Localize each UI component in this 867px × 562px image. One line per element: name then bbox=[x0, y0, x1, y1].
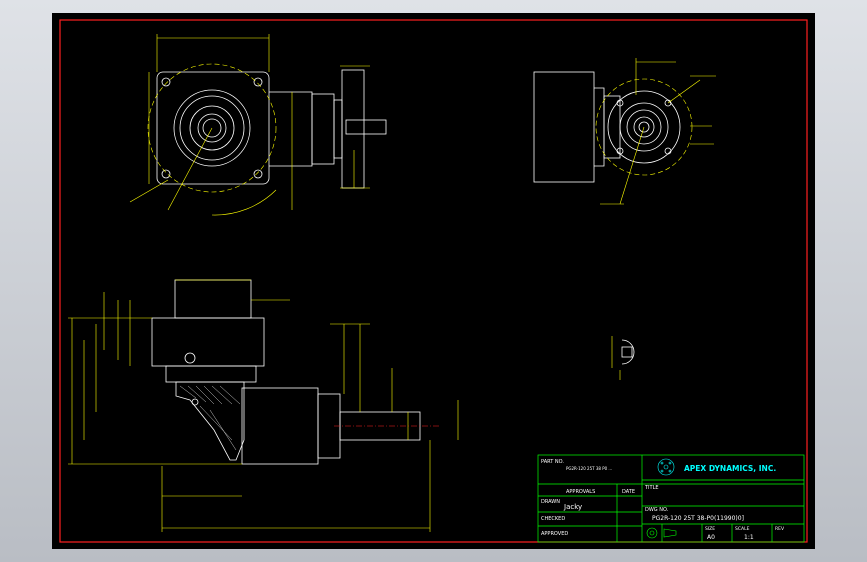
drawn-value: Jacky bbox=[563, 503, 582, 511]
date-label: DATE bbox=[622, 489, 635, 495]
dwg-no-label: DWG NO. bbox=[645, 507, 669, 513]
part-no-label: PART NO. bbox=[541, 459, 564, 465]
size-label: SIZE bbox=[705, 526, 715, 532]
rev-label: REV bbox=[775, 526, 785, 532]
title-label: TITLE bbox=[644, 485, 659, 491]
approved-label: APPROVED bbox=[541, 531, 568, 537]
scale-label: SCALE bbox=[735, 526, 750, 532]
size-value: A0 bbox=[707, 534, 715, 541]
cad-viewport[interactable]: PART NO. PG2R-120 25T 38 P0 ... TITLE AP… bbox=[0, 0, 867, 562]
cad-drawing-canvas[interactable]: PART NO. PG2R-120 25T 38 P0 ... TITLE AP… bbox=[0, 0, 867, 562]
company-name: APEX DYNAMICS, INC. bbox=[684, 464, 776, 473]
dwg-no-value: PG2R-120 25T 38-P0(11990)0] bbox=[652, 515, 744, 522]
scale-value: 1:1 bbox=[744, 534, 754, 541]
part-no-value: PG2R-120 25T 38 P0 ... bbox=[566, 466, 612, 471]
approvals-label: APPROVALS bbox=[566, 489, 595, 495]
drawn-label: DRAWN bbox=[541, 499, 560, 505]
checked-label: CHECKED bbox=[541, 516, 565, 522]
